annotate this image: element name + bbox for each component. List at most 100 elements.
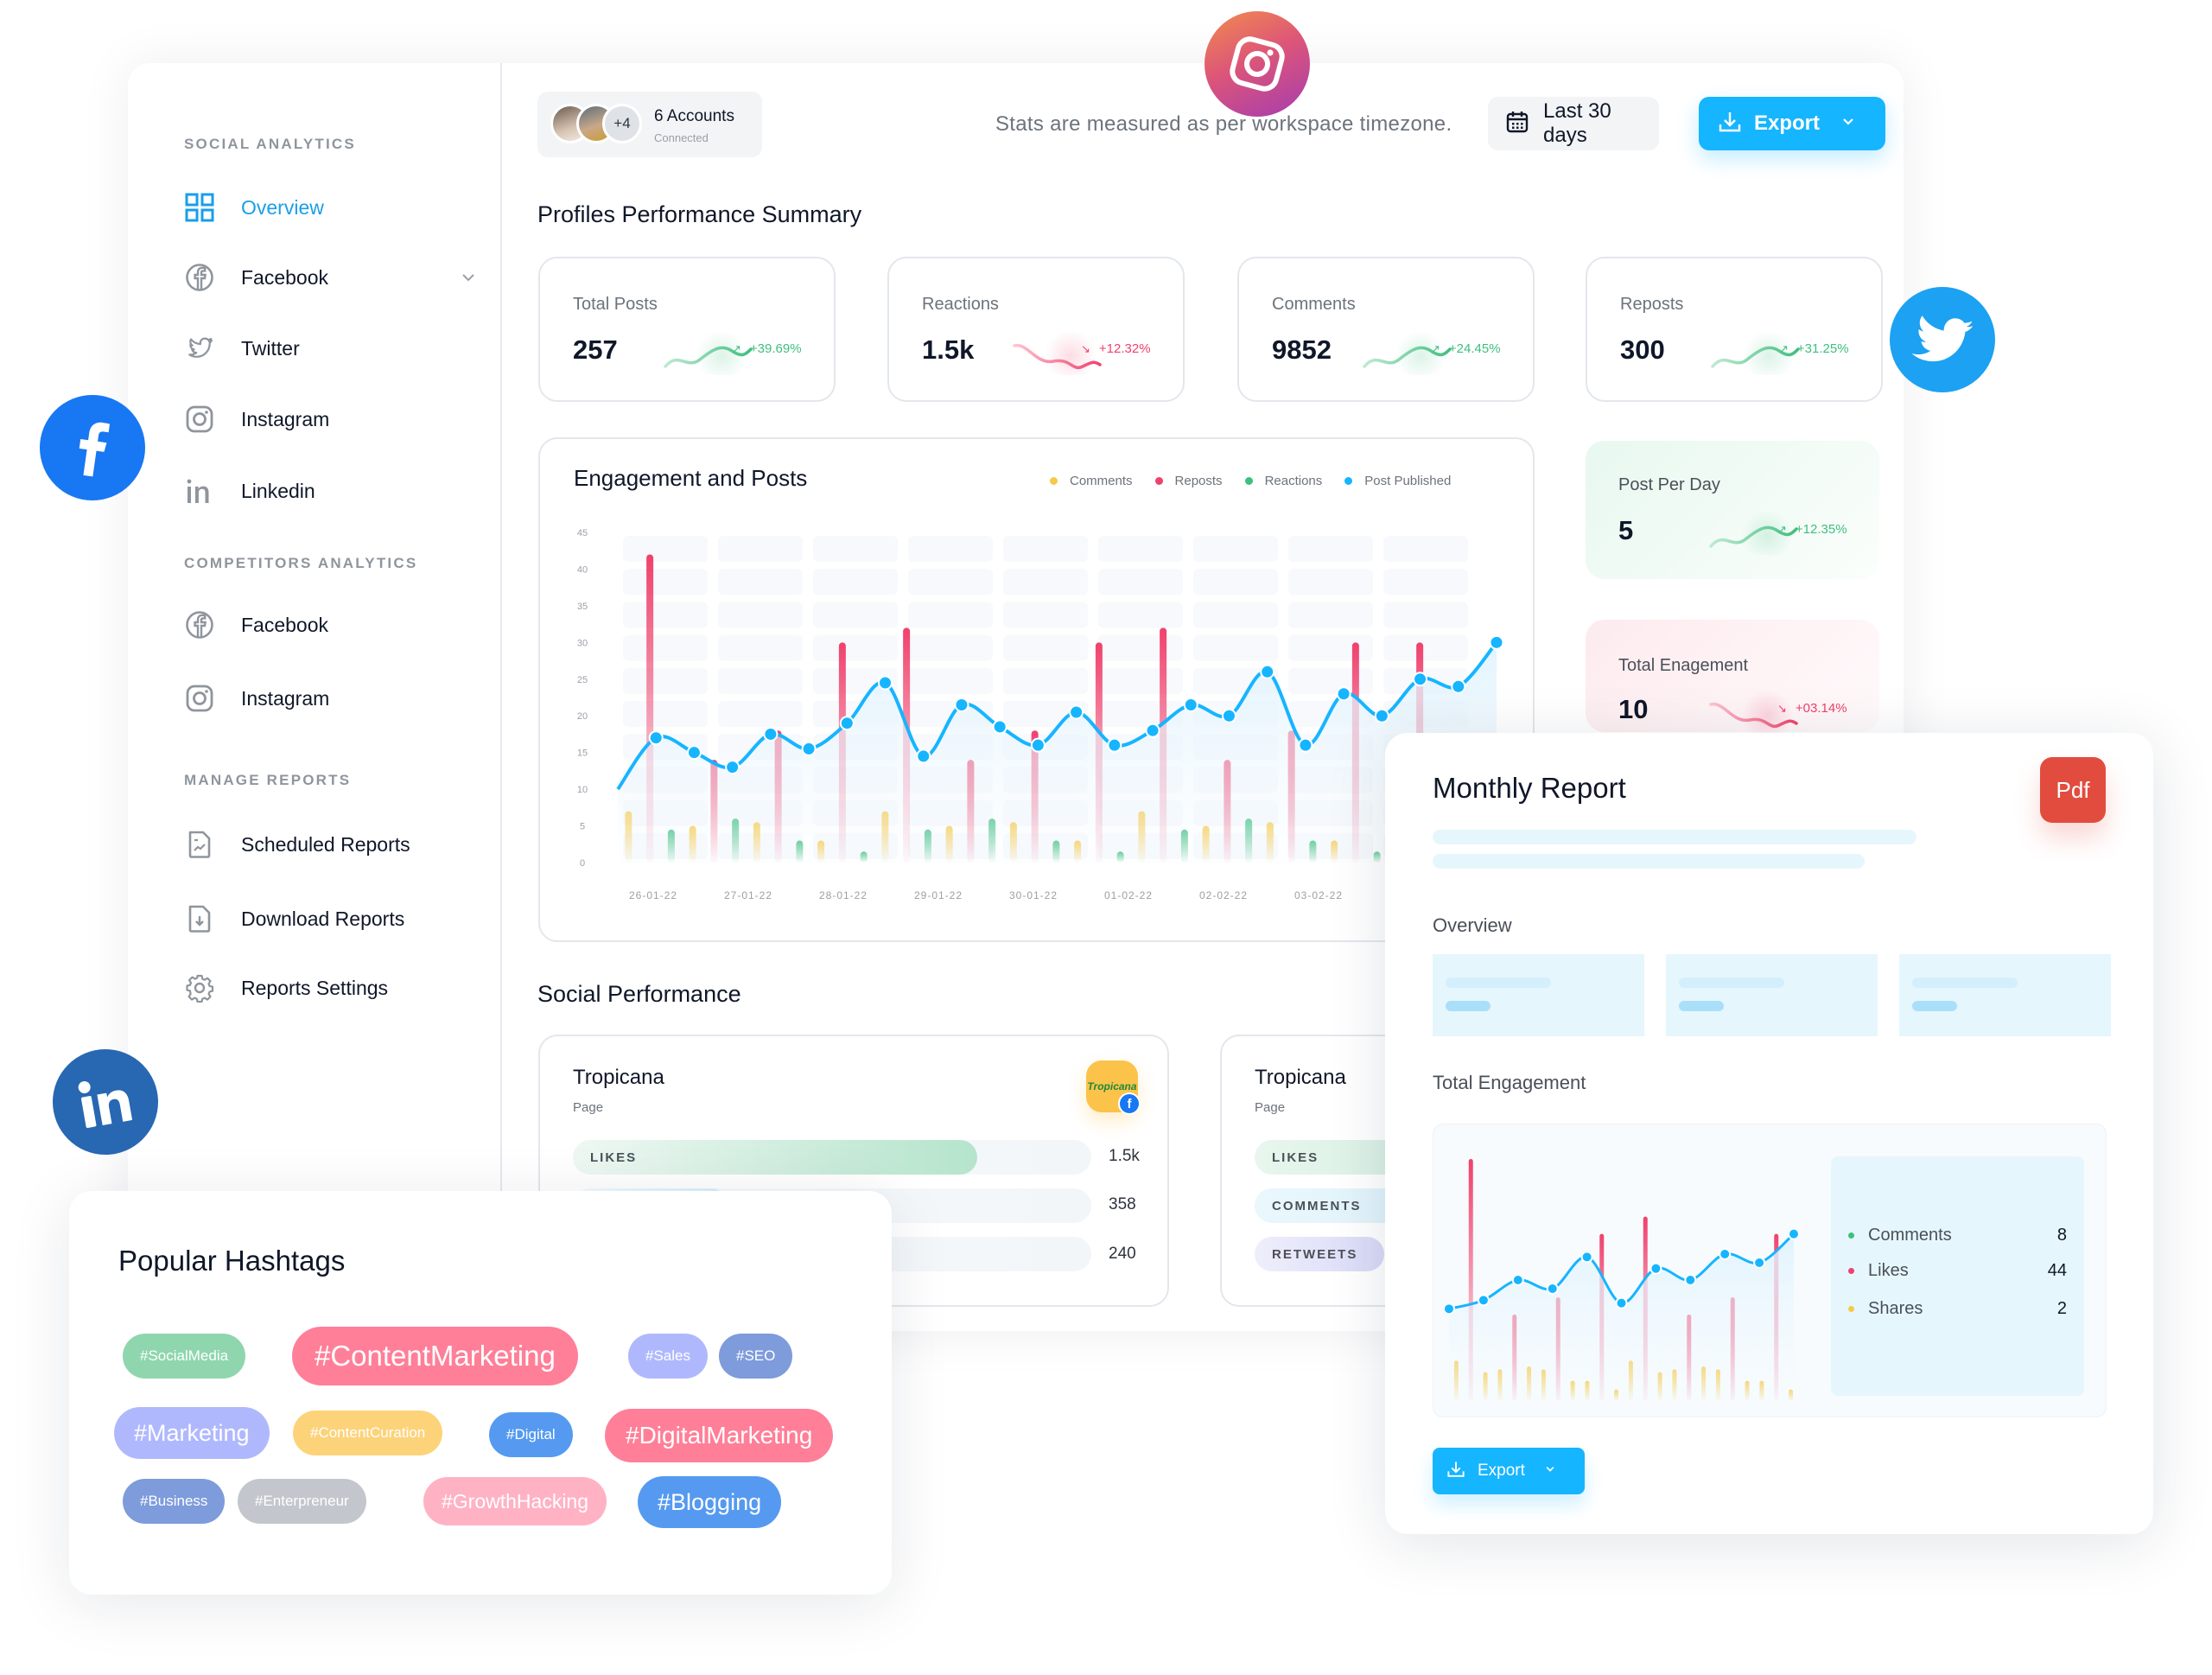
line-point[interactable]: [1336, 686, 1351, 702]
line-point[interactable]: [1413, 672, 1428, 687]
stat-delta: ↘ +12.32%: [1081, 341, 1151, 356]
line-point[interactable]: [1374, 708, 1389, 723]
export-label: Export: [1478, 1462, 1525, 1480]
line-point[interactable]: [1753, 1257, 1766, 1269]
stat-value: 1.5k: [922, 334, 975, 365]
line-point[interactable]: [1649, 1262, 1662, 1275]
sidebar-item-instagram[interactable]: Instagram: [184, 400, 329, 438]
line-point[interactable]: [1298, 737, 1313, 753]
y-tick-label: 0: [580, 858, 585, 869]
line-point[interactable]: [1451, 678, 1466, 694]
report-engagement-label: Total Engagement: [1433, 1072, 1586, 1093]
line-point[interactable]: [1443, 1302, 1455, 1315]
sidebar-item-twitter[interactable]: Twitter: [184, 329, 300, 367]
line-point[interactable]: [1260, 664, 1275, 679]
line-point[interactable]: [1489, 634, 1504, 650]
stat-card-reactions[interactable]: Reactions 1.5k ↘ +12.32%: [887, 257, 1185, 402]
line-point[interactable]: [878, 675, 893, 691]
connected-accounts[interactable]: +4 6 Accounts Connected: [537, 92, 762, 157]
date-range-button[interactable]: Last 30 days: [1488, 97, 1659, 150]
line-point[interactable]: [954, 697, 969, 712]
facebook-badge-icon: f: [1118, 1092, 1141, 1115]
sidebar-item-competitor-instagram[interactable]: Instagram: [184, 679, 329, 717]
sidebar-item-scheduled-reports[interactable]: Scheduled Reports: [184, 825, 410, 863]
line-point[interactable]: [1030, 737, 1046, 753]
grid-cell: [718, 634, 803, 661]
line-point[interactable]: [839, 716, 855, 731]
line-point[interactable]: [1107, 737, 1122, 753]
twitter-bubble-icon: [1890, 287, 1995, 392]
line-point[interactable]: [1069, 704, 1084, 720]
sidebar-item-linkedin[interactable]: Linkedin: [184, 472, 315, 510]
chevron-down-icon[interactable]: [460, 269, 477, 286]
facebook-icon: [184, 262, 215, 293]
sidebar-item-reports-settings[interactable]: Reports Settings: [184, 969, 388, 1007]
grid-cell: [908, 569, 993, 595]
line-point[interactable]: [801, 741, 817, 756]
grid-cell: [623, 667, 708, 694]
stat-delta: ↗ +31.25%: [1779, 341, 1849, 356]
sidebar-item-facebook[interactable]: Facebook: [184, 258, 328, 296]
line-point[interactable]: [1788, 1227, 1800, 1240]
instagram-icon: [184, 683, 215, 714]
arrow-up-icon: ↗: [732, 341, 741, 355]
hashtag-chip[interactable]: #Digital: [489, 1412, 573, 1457]
report-export-button[interactable]: Export: [1433, 1448, 1585, 1494]
stat-card-comments[interactable]: Comments 9852 ↗ +24.45%: [1237, 257, 1535, 402]
sidebar-item-overview[interactable]: Overview: [184, 188, 324, 226]
overview-placeholder: [1899, 954, 2111, 1036]
hashtag-chip[interactable]: #GrowthHacking: [423, 1477, 607, 1525]
legend-item-posts[interactable]: Post Published: [1344, 474, 1451, 488]
sidebar-item-competitor-facebook[interactable]: Facebook: [184, 606, 328, 644]
line-point[interactable]: [1719, 1248, 1732, 1260]
line-point[interactable]: [648, 730, 664, 746]
overview-placeholder: [1666, 954, 1878, 1036]
twitter-icon: [184, 333, 215, 364]
stat-card-post-per-day[interactable]: Post Per Day 5 ↗ +12.35%: [1586, 441, 1879, 579]
hashtag-chip[interactable]: #ContentMarketing: [292, 1327, 578, 1385]
legend-label: Shares: [1868, 1299, 1923, 1318]
sidebar-item-label: Facebook: [241, 613, 329, 636]
grid-cell: [718, 701, 803, 728]
hashtag-chip[interactable]: #DigitalMarketing: [605, 1409, 834, 1462]
legend-row-comments: Comments 8: [1848, 1226, 2067, 1245]
hashtag-chip[interactable]: #Enterpreneur: [238, 1479, 366, 1524]
sidebar-item-download-reports[interactable]: Download Reports: [184, 900, 404, 938]
line-point[interactable]: [1183, 697, 1198, 712]
hashtag-chip[interactable]: #SocialMedia: [123, 1334, 246, 1379]
linkedin-bubble-icon: [53, 1049, 158, 1155]
grid-cell: [718, 569, 803, 595]
grid-cell: [813, 602, 898, 628]
hashtag-chip[interactable]: #Business: [123, 1479, 226, 1524]
line-point[interactable]: [1580, 1251, 1593, 1264]
line-point[interactable]: [1546, 1283, 1559, 1295]
legend-item-reposts[interactable]: Reposts: [1154, 474, 1223, 488]
grid-cell: [908, 536, 993, 563]
pdf-file-icon[interactable]: Pdf: [2040, 757, 2106, 823]
line-point[interactable]: [763, 726, 779, 742]
legend-row-shares: Shares 2: [1848, 1299, 2067, 1319]
hashtag-chip[interactable]: #Marketing: [114, 1407, 270, 1459]
line-point[interactable]: [992, 719, 1007, 735]
legend-item-comments[interactable]: Comments: [1050, 474, 1133, 488]
line-point[interactable]: [725, 760, 741, 775]
line-point[interactable]: [916, 748, 931, 764]
hashtag-chip[interactable]: #ContentCuration: [293, 1411, 443, 1455]
line-point[interactable]: [1477, 1294, 1490, 1307]
hashtag-chip[interactable]: #Blogging: [638, 1476, 782, 1528]
stat-card-total-posts[interactable]: Total Posts 257 ↗ +39.69%: [538, 257, 836, 402]
line-point[interactable]: [1145, 723, 1160, 738]
line-point[interactable]: [1684, 1274, 1697, 1286]
line-point[interactable]: [1511, 1274, 1524, 1286]
stat-card-reposts[interactable]: Reposts 300 ↗ +31.25%: [1586, 257, 1883, 402]
hashtag-chip[interactable]: #Sales: [628, 1334, 708, 1379]
export-button[interactable]: Export: [1699, 97, 1885, 150]
hashtag-chip[interactable]: #SEO: [719, 1334, 793, 1379]
line-point[interactable]: [686, 745, 702, 761]
stat-card-total-enagement[interactable]: Total Enagement 10 ↘ +03.14%: [1586, 620, 1879, 741]
line-point[interactable]: [1615, 1296, 1628, 1309]
legend-item-reactions[interactable]: Reactions: [1244, 474, 1322, 488]
stat-delta-value: +39.69%: [749, 341, 802, 356]
grid-cell: [1288, 602, 1373, 628]
line-point[interactable]: [1221, 708, 1236, 723]
